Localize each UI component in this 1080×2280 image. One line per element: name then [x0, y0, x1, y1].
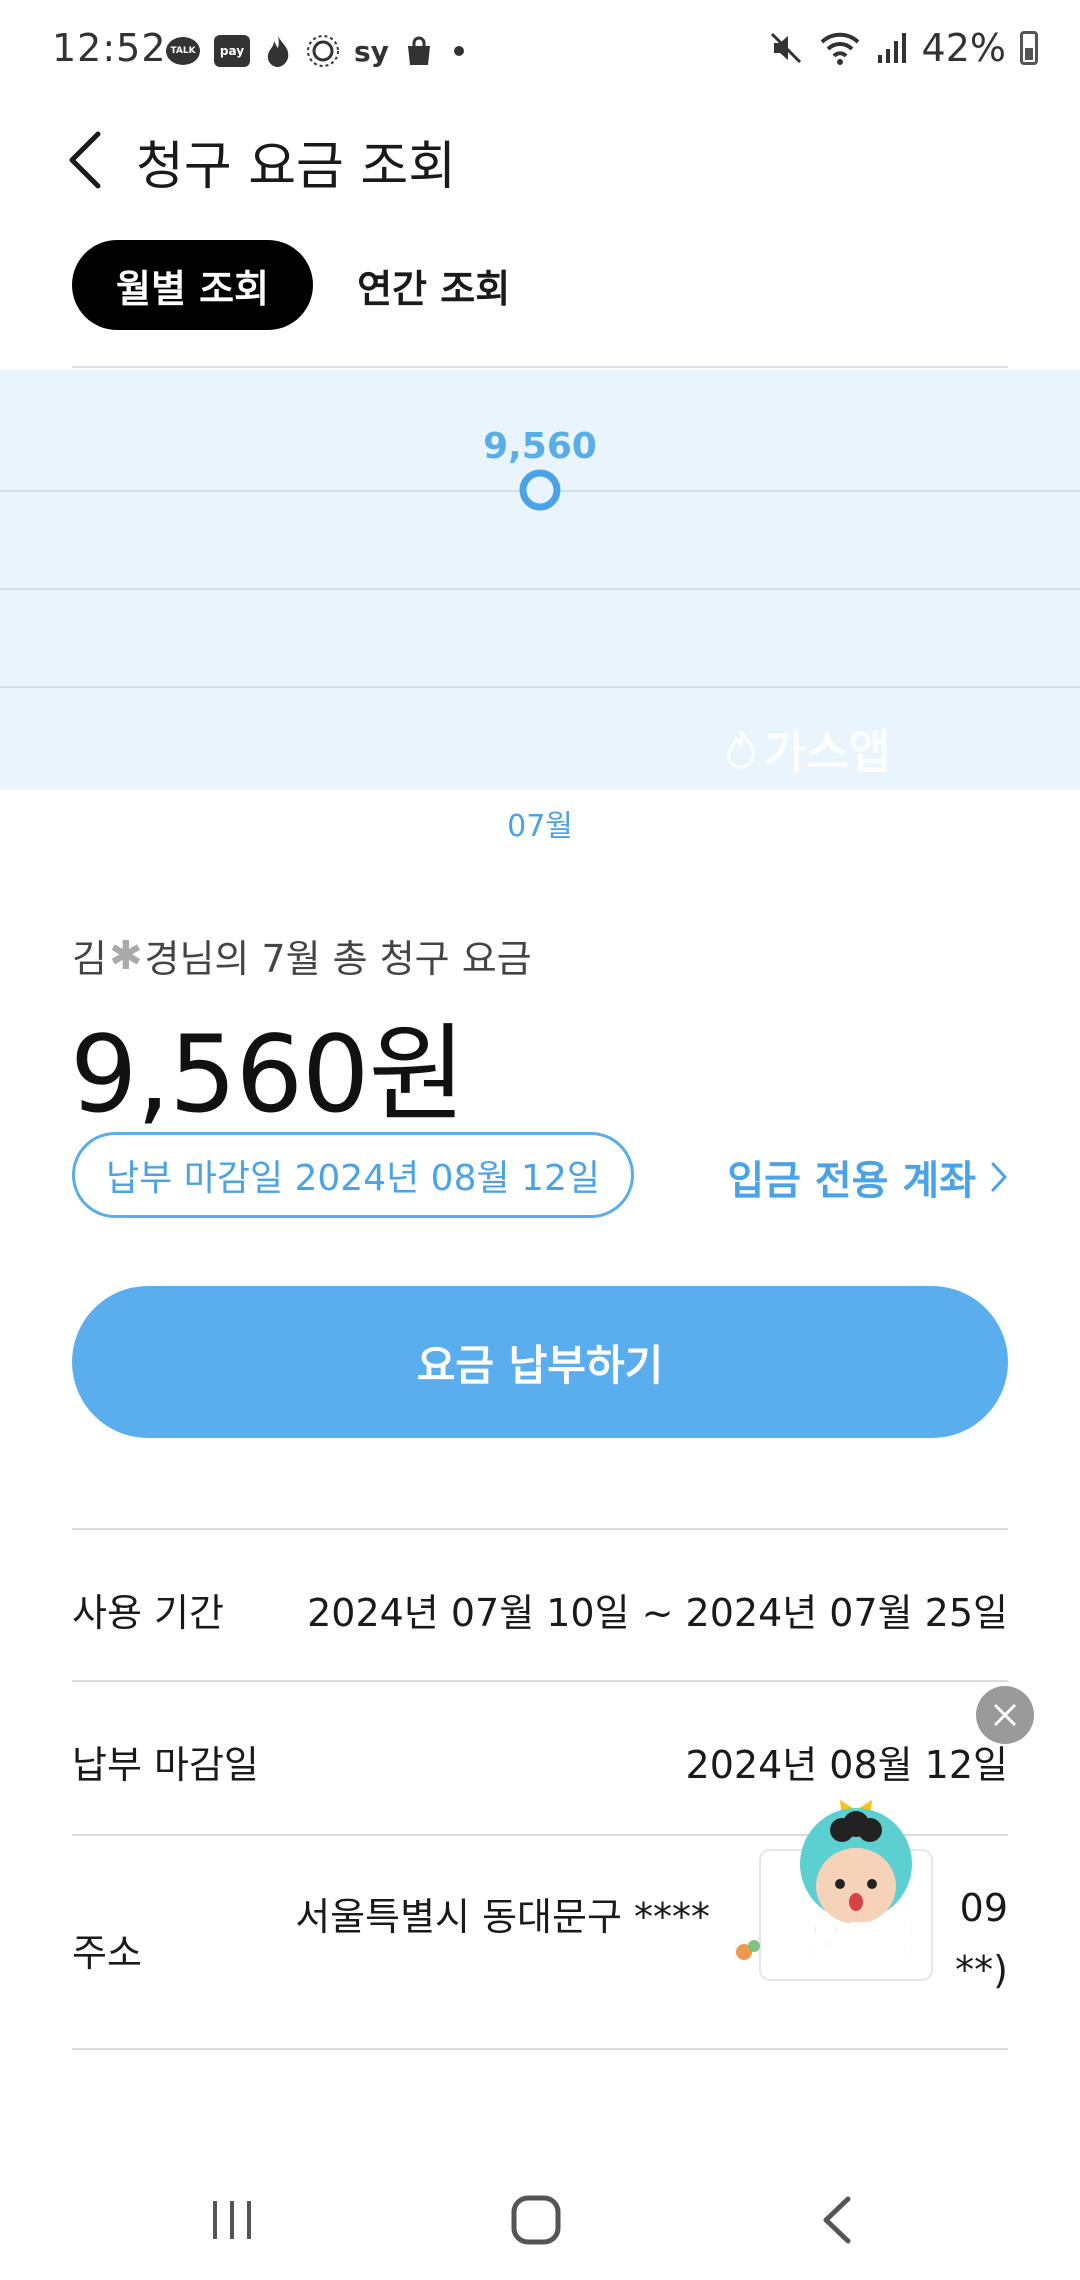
close-ad-button[interactable] — [976, 1686, 1034, 1744]
shopping-bag-icon — [403, 35, 435, 67]
mute-icon — [768, 30, 804, 66]
chevron-left-icon — [69, 131, 101, 189]
deposit-account-link[interactable]: 입금 전용 계좌 — [727, 1148, 1008, 1206]
system-nav-bar — [0, 2160, 1080, 2280]
period-tabs: 월별 조회 연간 조회 — [72, 240, 554, 330]
close-icon — [993, 1703, 1017, 1727]
bill-caption: 김 ✱ 경님의 7월 총 청구 요금 — [72, 928, 532, 983]
billing-chart: 가스앱 9,560 07월 — [0, 366, 1080, 844]
battery-percent: 42% — [921, 26, 1006, 70]
banner-text: 행운도착 — [769, 1917, 922, 1965]
signal-icon — [876, 31, 908, 65]
notification-icons: TALK pay sy — [166, 34, 469, 68]
lucky-event-banner[interactable]: 행운도착 — [730, 1790, 960, 1990]
pay-bill-button[interactable]: 요금 납부하기 — [72, 1286, 1008, 1438]
x-tick-label[interactable]: 07월 — [507, 809, 573, 844]
recent-apps-icon — [213, 2201, 251, 2239]
detail-label: 주소 — [72, 1931, 142, 1975]
data-point[interactable] — [519, 469, 561, 511]
detail-label: 사용 기간 — [72, 1591, 224, 1635]
home-icon — [511, 2195, 561, 2245]
sun-icon — [306, 34, 340, 68]
nav-back-button[interactable] — [788, 2180, 888, 2260]
chevron-right-icon — [991, 1162, 1007, 1192]
detail-value: 2024년 07월 10일 ~ 2024년 07월 25일 — [307, 1591, 1008, 1635]
home-button[interactable] — [486, 2180, 586, 2260]
status-bar: 12:52 TALK pay sy 42% — [0, 0, 1080, 100]
sy-icon: sy — [354, 34, 389, 68]
dot-icon — [449, 41, 469, 61]
detail-value: 2024년 08월 12일 — [685, 1743, 1008, 1787]
pay-icon: pay — [214, 35, 250, 67]
deposit-account-label: 입금 전용 계좌 — [727, 1158, 976, 1204]
battery-icon — [1020, 31, 1038, 65]
masked-star-icon: ✱ — [108, 932, 143, 979]
address-line1: 서울특별시 동대문구 **** — [295, 1895, 710, 1939]
recent-apps-button[interactable] — [182, 2180, 282, 2260]
back-arrow-icon — [823, 2196, 851, 2244]
page-title: 청구 요금 조회 — [136, 137, 457, 197]
tab-yearly[interactable]: 연간 조회 — [313, 240, 554, 330]
wifi-icon — [818, 30, 862, 66]
data-label: 9,560 — [483, 426, 597, 467]
system-icons: 42% — [768, 26, 1038, 70]
status-time: 12:52 — [52, 26, 167, 70]
address-line2: **) — [955, 1948, 1008, 1992]
tab-monthly[interactable]: 월별 조회 — [72, 240, 314, 330]
header: 청구 요금 조회 — [0, 110, 1080, 210]
kakaotalk-icon: TALK — [166, 37, 200, 65]
flame-icon — [264, 34, 292, 68]
address-line1-end: 09 — [959, 1886, 1008, 1930]
detail-label: 납부 마감일 — [72, 1743, 259, 1787]
chart-marks: 9,560 07월 — [483, 426, 597, 844]
detail-row-usage-period: 사용 기간 2024년 07월 10일 ~ 2024년 07월 25일 — [72, 1528, 1008, 1680]
total-amount: 9,560원 — [70, 1013, 466, 1136]
back-button[interactable] — [62, 128, 118, 192]
due-date-pill: 납부 마감일 2024년 08월 12일 — [72, 1132, 634, 1218]
customer-name-prefix: 김 — [72, 937, 107, 981]
caption-text: 경님의 7월 총 청구 요금 — [144, 937, 532, 981]
